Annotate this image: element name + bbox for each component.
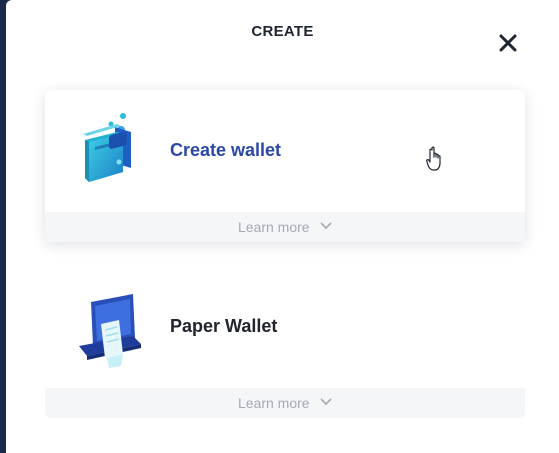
paper-wallet-option[interactable]: Paper Wallet bbox=[45, 266, 525, 388]
chevron-down-icon bbox=[320, 222, 332, 230]
chevron-down-icon bbox=[320, 398, 332, 406]
paper-wallet-label: Paper Wallet bbox=[170, 316, 278, 336]
close-button[interactable] bbox=[498, 33, 518, 53]
paper-wallet-icon bbox=[79, 294, 141, 368]
learn-more-toggle[interactable]: Learn more bbox=[45, 388, 525, 418]
learn-more-label: Learn more bbox=[237, 219, 310, 235]
paper-wallet-card[interactable]: Paper Wallet Learn more bbox=[45, 266, 525, 418]
create-wallet-card[interactable]: Create wallet Learn more bbox=[45, 90, 525, 242]
create-wallet-option[interactable]: Create wallet bbox=[45, 90, 525, 212]
modal-title: CREATE bbox=[251, 23, 314, 40]
learn-more-label: Learn more bbox=[237, 395, 310, 411]
create-modal: CREATE Create wallet Learn more Paper Wa… bbox=[6, 0, 559, 453]
create-wallet-label: Create wallet bbox=[170, 140, 282, 160]
wallet-icon bbox=[83, 113, 131, 182]
hand-pointer-icon bbox=[426, 146, 441, 171]
learn-more-toggle[interactable]: Learn more bbox=[45, 212, 525, 242]
close-icon bbox=[499, 34, 517, 52]
